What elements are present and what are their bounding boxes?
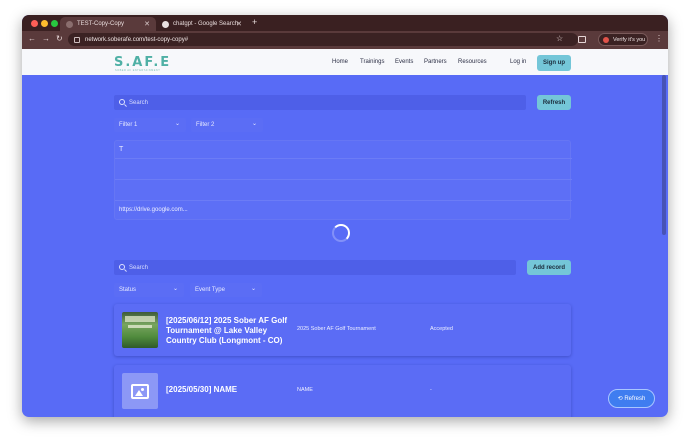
- panel-divider: [115, 200, 572, 201]
- content-panel: T https://drive.google.com...: [114, 140, 572, 220]
- add-record-button[interactable]: Add record: [527, 260, 571, 275]
- filter-2-label: Filter 2: [196, 122, 215, 128]
- loading-spinner-icon: [332, 224, 350, 242]
- record-thumbnail: [122, 373, 158, 409]
- chevron-down-icon: ⌄: [174, 121, 180, 127]
- record-name: 2025 Sober AF Golf Tournament: [297, 326, 376, 332]
- browser-menu-icon[interactable]: ⋮: [655, 34, 663, 43]
- record-card[interactable]: [2025/05/30] NAME NAME -: [114, 365, 571, 417]
- close-tab-icon[interactable]: ✕: [144, 20, 150, 28]
- browser-window: TEST-Copy-Copy ✕ chatgpt - Google Search…: [22, 15, 668, 417]
- search-icon: [119, 99, 125, 105]
- panel-divider: [115, 158, 572, 159]
- text-tool-icon[interactable]: T: [119, 146, 123, 153]
- golf-photo-thumbnail: [122, 312, 158, 348]
- scrollbar[interactable]: [662, 75, 666, 235]
- verify-label: Verify it's you: [613, 36, 646, 43]
- search-placeholder: Search: [129, 99, 149, 106]
- image-placeholder-icon: [131, 383, 149, 399]
- chevron-down-icon: ⌄: [251, 121, 257, 127]
- nav-resources-link[interactable]: Resources: [458, 59, 487, 65]
- extensions-icon[interactable]: [578, 36, 586, 43]
- browser-toolbar: ← → ↻ network.soberafe.com/test-copy-cop…: [22, 31, 668, 49]
- thumbnail-banner: [128, 325, 152, 328]
- tab-title: chatgpt - Google Search: [173, 21, 239, 27]
- tab-strip: TEST-Copy-Copy ✕ chatgpt - Google Search…: [22, 15, 668, 31]
- search-placeholder: Search: [129, 264, 149, 271]
- forward-arrow-icon[interactable]: →: [42, 34, 50, 43]
- status-filter-label: Status: [119, 287, 137, 293]
- record-status: -: [430, 387, 432, 393]
- address-bar[interactable]: network.soberafe.com/test-copy-copy#: [68, 33, 578, 46]
- nav-home-link[interactable]: Home: [332, 59, 348, 65]
- panel-divider: [115, 179, 572, 180]
- search-icon: [119, 264, 125, 270]
- records-search-input[interactable]: Search: [114, 260, 516, 275]
- chevron-down-icon: ⌄: [172, 286, 178, 292]
- tab-google-search[interactable]: chatgpt - Google Search ✕: [156, 17, 248, 31]
- tab-test-copy-copy[interactable]: TEST-Copy-Copy ✕: [60, 17, 156, 31]
- filter-2-select[interactable]: Filter 2 ⌄: [191, 118, 263, 132]
- top-search-input[interactable]: Search: [114, 95, 526, 110]
- verify-its-you-button[interactable]: Verify it's you: [598, 33, 648, 46]
- reload-icon[interactable]: ↻: [56, 34, 63, 43]
- event-type-filter-select[interactable]: Event Type ⌄: [190, 283, 262, 297]
- maximize-window-icon[interactable]: [51, 20, 58, 27]
- google-favicon-icon: [162, 20, 169, 28]
- new-tab-button[interactable]: +: [252, 17, 257, 27]
- site-logo-subtitle: SOBER AF ENTERTAINMENT: [115, 69, 161, 72]
- record-card[interactable]: [2025/06/12] 2025 Sober AF Golf Tourname…: [114, 304, 571, 356]
- nav-events-link[interactable]: Events: [395, 59, 413, 65]
- record-title[interactable]: [2025/05/30] NAME: [166, 385, 294, 395]
- minimize-window-icon[interactable]: [41, 20, 48, 27]
- floating-refresh-button[interactable]: ⟲ Refresh: [608, 389, 655, 408]
- thumbnail-banner: [125, 316, 155, 322]
- filter-1-select[interactable]: Filter 1 ⌄: [114, 118, 186, 132]
- back-arrow-icon[interactable]: ←: [28, 34, 36, 43]
- profile-alert-icon: [603, 37, 609, 43]
- site-logo[interactable]: S.AF.E: [114, 55, 171, 70]
- record-name: NAME: [297, 387, 313, 393]
- refresh-button[interactable]: Refresh: [537, 95, 571, 110]
- login-link[interactable]: Log in: [510, 59, 526, 65]
- status-filter-select[interactable]: Status ⌄: [114, 283, 184, 297]
- url-text: network.soberafe.com/test-copy-copy#: [85, 36, 189, 43]
- signup-button[interactable]: Sign up: [537, 55, 571, 71]
- tab-title: TEST-Copy-Copy: [77, 21, 125, 27]
- bookmark-star-icon[interactable]: ☆: [556, 34, 563, 43]
- drive-link[interactable]: https://drive.google.com...: [119, 207, 188, 213]
- record-status: Accepted: [430, 326, 453, 332]
- event-type-filter-label: Event Type: [195, 287, 225, 293]
- site-info-icon[interactable]: [74, 36, 80, 43]
- filter-1-label: Filter 1: [119, 122, 138, 128]
- site-header: S.AF.E SOBER AF ENTERTAINMENT Home Train…: [22, 49, 668, 75]
- chevron-down-icon: ⌄: [250, 286, 256, 292]
- nav-trainings-link[interactable]: Trainings: [360, 59, 384, 65]
- close-tab-icon[interactable]: ✕: [236, 20, 242, 28]
- record-title[interactable]: [2025/06/12] 2025 Sober AF Golf Tourname…: [166, 316, 294, 346]
- close-window-icon[interactable]: [31, 20, 38, 27]
- tab-favicon-icon: [66, 20, 73, 28]
- nav-partners-link[interactable]: Partners: [424, 59, 447, 65]
